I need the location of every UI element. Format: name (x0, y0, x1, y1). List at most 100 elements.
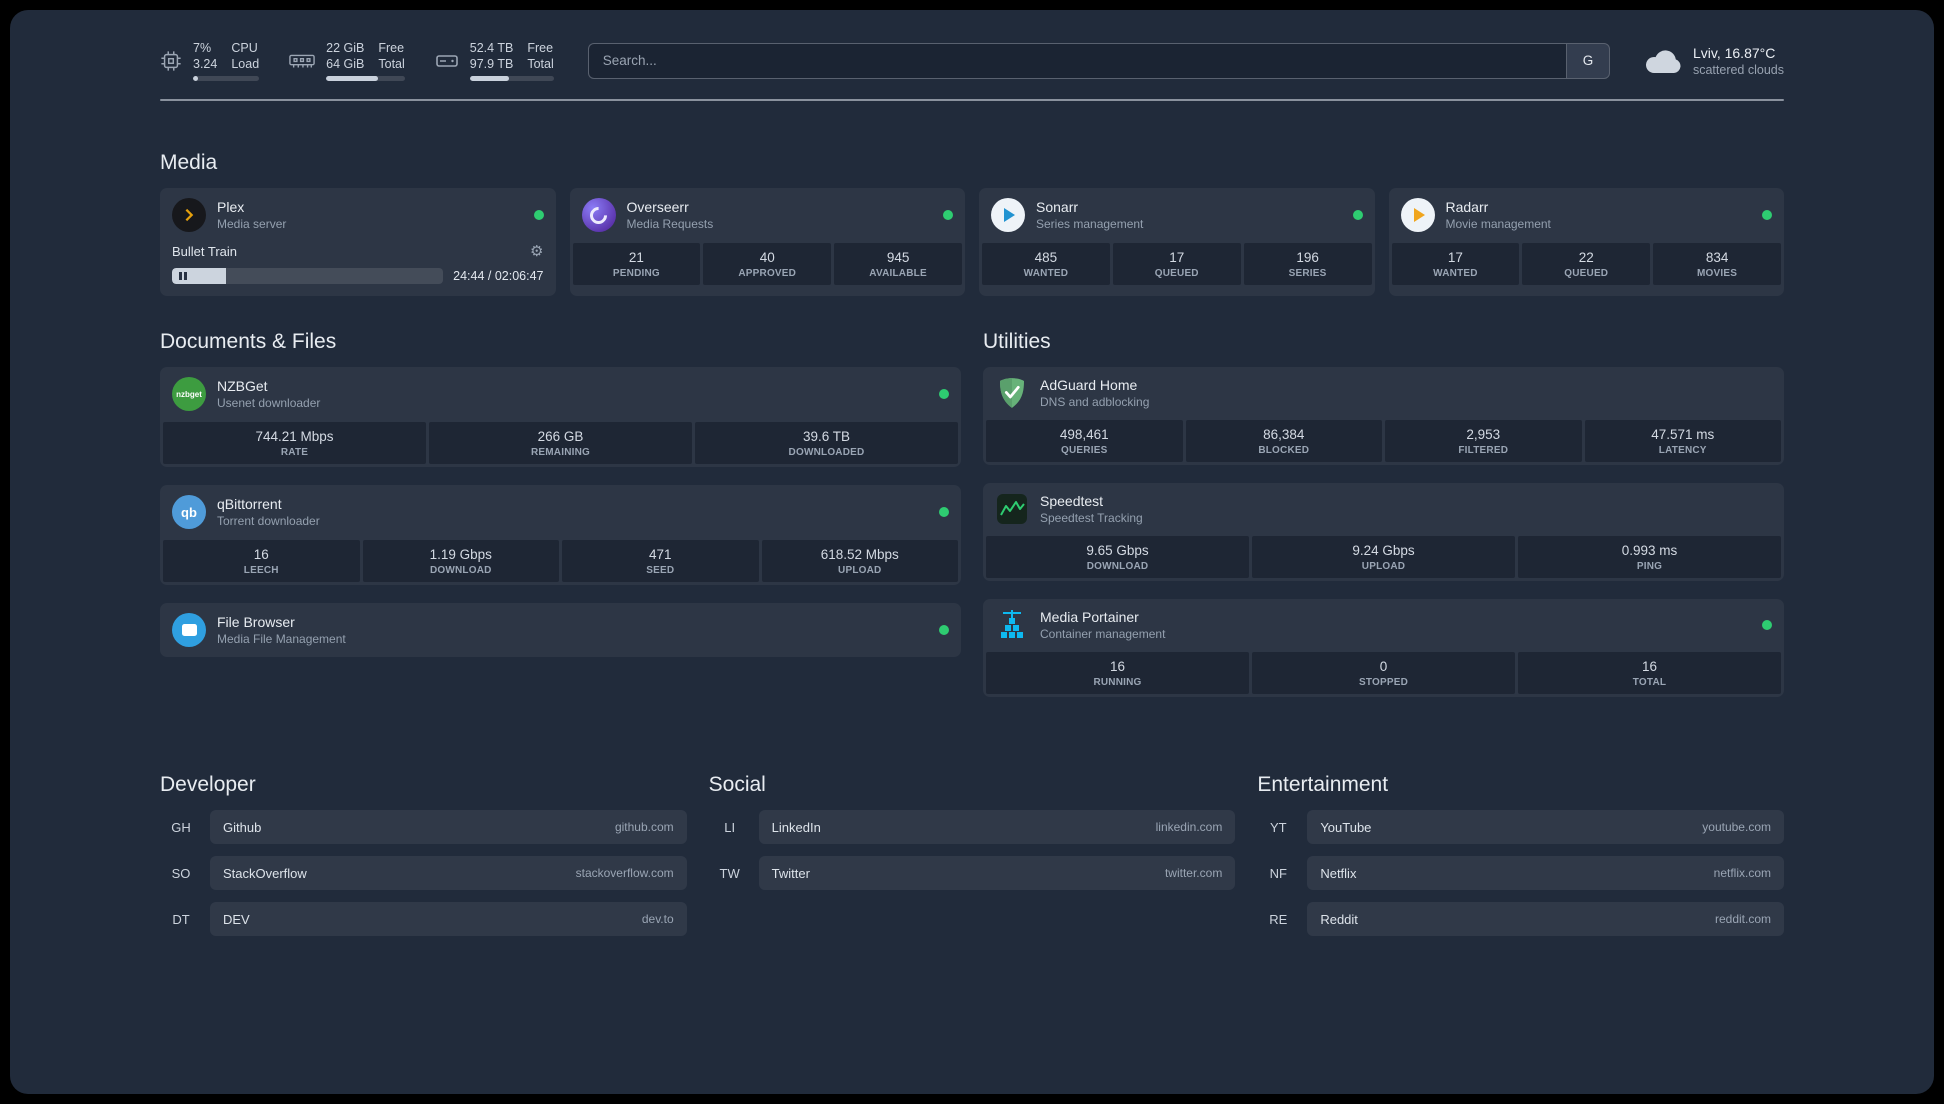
stat-tile: 0 STOPPED (1252, 652, 1515, 694)
service-link-sonarr[interactable]: Sonarr Series management (979, 188, 1375, 242)
widget-settings-icon[interactable]: ⚙ (530, 244, 543, 259)
bookmark-link[interactable]: Twitter twitter.com (758, 856, 1236, 890)
service-card-sonarr: Sonarr Series management 485 WANTED 17 Q… (979, 188, 1375, 296)
stat-tile: 39.6 TB DOWNLOADED (695, 422, 958, 464)
service-description: Usenet downloader (217, 396, 321, 410)
section-documents: Documents & Files nzbget NZBGet Usenet d… (160, 330, 961, 675)
service-link-plex[interactable]: Plex Media server (160, 188, 556, 242)
service-card-speedtest: Speedtest Speedtest Tracking 9.65 Gbps D… (983, 483, 1784, 581)
cpu-usage-label: CPU (231, 41, 258, 55)
service-name: AdGuard Home (1040, 377, 1138, 393)
bookmark-youtube: YT YouTube youtube.com (1257, 810, 1784, 844)
search-provider-button[interactable]: G (1565, 42, 1610, 79)
service-description: Torrent downloader (217, 514, 320, 528)
service-card-portainer: Media Portainer Container management 16 … (983, 599, 1784, 697)
stat-tile: 0.993 ms PING (1518, 536, 1781, 578)
media-section-title: Media (160, 151, 218, 174)
disk-usage-bar (469, 76, 554, 81)
disk-free-value: 52.4 TB (469, 41, 514, 55)
bookmark-abbr: DT (172, 911, 190, 927)
bookmark-link[interactable]: YouTube youtube.com (1307, 810, 1784, 844)
plex-now-playing-widget: Bullet Train ⚙ 24:44 / 02:06:47 (160, 242, 556, 296)
bookmark-link[interactable]: LinkedIn linkedin.com (758, 810, 1236, 844)
bookmark-abbr: LI (724, 819, 736, 835)
service-link-qbittorrent[interactable]: qb qBittorrent Torrent downloader (160, 485, 961, 539)
service-link-nzbget[interactable]: nzbget NZBGet Usenet downloader (160, 367, 961, 421)
service-link-portainer[interactable]: Media Portainer Container management (983, 599, 1784, 651)
service-link-filebrowser[interactable]: File Browser Media File Management (160, 603, 961, 657)
stat-tile: 9.65 Gbps DOWNLOAD (986, 536, 1249, 578)
portainer-icon (995, 609, 1029, 641)
service-link-overseerr[interactable]: Overseerr Media Requests (570, 188, 966, 242)
service-name: Media Portainer (1040, 609, 1139, 625)
cpu-usage-bar (193, 76, 260, 81)
service-description: Media server (217, 217, 287, 231)
service-card-qbittorrent: qb qBittorrent Torrent downloader 16 LEE… (160, 485, 961, 585)
bookmark-link[interactable]: Reddit reddit.com (1307, 902, 1784, 936)
top-bar: 7% CPU 3.24 Load 22 GiB Free 64 GiB Tota… (160, 40, 1784, 81)
bookmark-dev: DT DEV dev.to (160, 902, 687, 936)
bookmark-group-entertainment: Entertainment YT YouTube youtube.com NF … (1257, 773, 1784, 948)
plex-icon (172, 198, 206, 232)
service-name: Radarr (1445, 199, 1489, 215)
stat-tile: 86,384 BLOCKED (1185, 420, 1382, 462)
service-link-speedtest[interactable]: Speedtest Speedtest Tracking (983, 483, 1784, 535)
bookmark-link[interactable]: StackOverflow stackoverflow.com (210, 856, 687, 890)
pause-icon[interactable] (179, 272, 187, 280)
bookmark-group-developer: Developer GH Github github.com SO StackO… (160, 773, 687, 948)
service-name: qBittorrent (217, 496, 282, 512)
search-input[interactable] (587, 42, 1566, 79)
service-description: Container management (1040, 627, 1166, 641)
stat-tile: 40 APPROVED (703, 243, 832, 285)
playback-progress-bar[interactable] (172, 268, 444, 284)
stat-tile: 744.21 Mbps RATE (163, 422, 426, 464)
bookmark-abbr: TW (719, 865, 740, 881)
stat-tile: 1.19 Gbps DOWNLOAD (362, 540, 559, 582)
bookmark-abbr: NF (1269, 865, 1287, 881)
bookmark-link[interactable]: Github github.com (210, 810, 687, 844)
service-card-plex: Plex Media server Bullet Train ⚙ 24:44 /… (160, 188, 556, 296)
service-card-radarr: Radarr Movie management 17 WANTED 22 QUE… (1388, 188, 1785, 296)
disk-icon (435, 51, 459, 71)
adguard-shield-icon (995, 377, 1029, 409)
weather-location-temp: Lviv, 16.87°C (1692, 44, 1776, 61)
status-dot (939, 389, 949, 399)
disk-widget: 52.4 TB Free 97.9 TB Total (435, 40, 554, 81)
memory-icon (289, 51, 315, 71)
bookmark-reddit: RE Reddit reddit.com (1257, 902, 1784, 936)
stat-tile: 196 SERIES (1243, 243, 1372, 285)
nzbget-icon: nzbget (172, 377, 206, 411)
bookmark-abbr: SO (171, 865, 191, 881)
service-link-radarr[interactable]: Radarr Movie management (1389, 188, 1785, 242)
dashboard-page: 7% CPU 3.24 Load 22 GiB Free 64 GiB Tota… (10, 10, 1934, 1094)
status-dot (533, 210, 544, 220)
bookmark-link[interactable]: Netflix netflix.com (1307, 856, 1784, 890)
bookmark-link[interactable]: DEV dev.to (210, 902, 687, 936)
bookmark-linkedin: LI LinkedIn linkedin.com (709, 810, 1236, 844)
qbittorrent-icon: qb (172, 495, 206, 529)
stat-tile: 945 AVAILABLE (834, 243, 962, 285)
stat-tile: 17 QUEUED (1112, 243, 1241, 285)
bookmark-github: GH Github github.com (160, 810, 687, 844)
disk-free-label: Free (527, 41, 554, 55)
stat-tile: 834 MOVIES (1653, 243, 1781, 285)
social-group-title: Social (708, 773, 766, 796)
memory-total-label: Total (378, 57, 405, 71)
service-card-overseerr: Overseerr Media Requests 21 PENDING 40 A… (569, 188, 966, 296)
stat-tile: 16 RUNNING (986, 652, 1249, 694)
disk-total-value: 97.9 TB (469, 57, 514, 71)
bookmark-netflix: NF Netflix netflix.com (1257, 856, 1784, 890)
section-utilities: Utilities AdGuard Home DNS and adblockin… (983, 330, 1784, 715)
disk-total-label: Total (527, 57, 554, 71)
developer-group-title: Developer (160, 773, 256, 796)
status-dot (939, 625, 949, 635)
cpu-widget: 7% CPU 3.24 Load (160, 40, 260, 81)
stat-tile: 498,461 QUERIES (986, 420, 1183, 462)
service-card-adguard: AdGuard Home DNS and adblocking 498,461 … (983, 367, 1784, 465)
cpu-load-value: 3.24 (193, 57, 218, 71)
weather-condition: scattered clouds (1692, 62, 1784, 77)
stat-tile: 16 TOTAL (1518, 652, 1781, 694)
stat-tile: 9.24 Gbps UPLOAD (1252, 536, 1515, 578)
service-link-adguard[interactable]: AdGuard Home DNS and adblocking (983, 367, 1784, 419)
stat-tile: 21 PENDING (572, 243, 701, 285)
